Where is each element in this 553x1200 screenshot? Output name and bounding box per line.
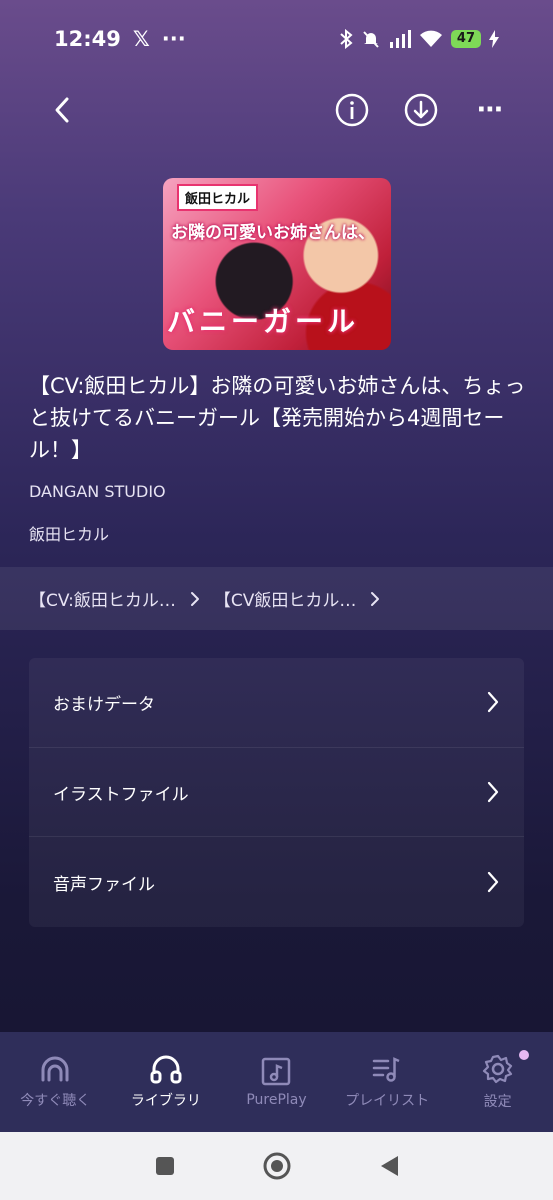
headphone-arc-icon: [41, 1056, 69, 1082]
download-icon: [404, 93, 438, 127]
cover-artwork: 飯田ヒカル お隣の可愛いお姉さんは、 バニーガール: [163, 178, 391, 350]
signal-icon: [389, 30, 411, 48]
tab-library[interactable]: ライブラリ: [111, 1032, 222, 1132]
system-navigation-bar: [0, 1132, 553, 1200]
chevron-right-icon: [487, 872, 499, 893]
chevron-left-icon: [55, 97, 69, 123]
info-button[interactable]: [332, 90, 372, 130]
tab-settings[interactable]: 設定: [442, 1032, 553, 1132]
home-icon[interactable]: [262, 1151, 292, 1181]
cover-cv-badge: 飯田ヒカル: [177, 184, 259, 211]
tab-label: 設定: [483, 1094, 512, 1110]
more-options-button[interactable]: ⋯: [470, 90, 510, 130]
back-nav-icon[interactable]: [378, 1154, 400, 1178]
bottom-tab-bar: 今すぐ聴く ライブラリ PurePlay プレイリスト 設定: [0, 1032, 553, 1132]
back-button[interactable]: [42, 90, 82, 130]
voice-actor-name[interactable]: 飯田ヒカル: [29, 521, 109, 545]
battery-indicator: 47: [450, 30, 481, 48]
related-work-label: 【CV飯田ヒカル…: [213, 591, 357, 611]
chevron-right-icon: [190, 591, 199, 606]
notification-dot: [518, 1050, 529, 1060]
music-file-icon: [262, 1057, 291, 1086]
tab-listen-now[interactable]: 今すぐ聴く: [0, 1032, 111, 1132]
cover-title-line2: バニーガール: [167, 305, 360, 338]
folder-row-bonus-data[interactable]: おまけデータ: [29, 658, 524, 748]
tab-label: 今すぐ聴く: [20, 1093, 91, 1109]
x-app-icon: 𝕏: [132, 27, 150, 51]
related-work-item[interactable]: 【CV:飯田ヒカル…: [29, 586, 200, 611]
headphones-icon: [150, 1055, 182, 1084]
folder-row-illustration-files[interactable]: イラストファイル: [29, 748, 524, 838]
download-button[interactable]: [401, 90, 441, 130]
folder-label: 音声ファイル: [53, 874, 155, 895]
cover-title-line1: お隣の可愛いお姉さんは、: [171, 223, 375, 243]
clock: 12:49: [54, 27, 121, 51]
related-works-bar: 【CV:飯田ヒカル… 【CV飯田ヒカル…: [0, 567, 553, 630]
circle-name[interactable]: DANGAN STUDIO: [29, 482, 166, 501]
wifi-icon: [419, 30, 442, 47]
folder-row-audio-files[interactable]: 音声ファイル: [29, 837, 524, 927]
top-navigation: ⋯: [0, 80, 553, 140]
bluetooth-icon: [340, 29, 353, 49]
info-icon: [335, 93, 369, 127]
mute-icon: [363, 31, 379, 48]
folder-label: おまけデータ: [53, 694, 155, 715]
more-icon: ⋯: [477, 95, 503, 125]
chevron-right-icon: [487, 692, 499, 713]
tab-label: ライブラリ: [130, 1093, 201, 1109]
chevron-right-icon: [487, 781, 499, 803]
playlist-icon: [372, 1057, 400, 1082]
recents-icon[interactable]: [154, 1155, 176, 1177]
work-title: 【CV:飯田ヒカル】お隣の可愛いお姉さんは、ちょっと抜けてるバニーガール【発売開…: [29, 374, 526, 462]
tab-pureplay[interactable]: PurePlay: [221, 1032, 332, 1132]
status-bar: 12:49 𝕏 ··· 47: [0, 0, 553, 78]
gear-icon: [482, 1054, 512, 1084]
chevron-right-icon: [371, 591, 380, 606]
charging-icon: [489, 30, 499, 48]
related-work-item[interactable]: 【CV飯田ヒカル…: [214, 586, 381, 611]
folder-label: イラストファイル: [53, 784, 189, 805]
tab-label: プレイリスト: [345, 1093, 430, 1109]
tab-label: PurePlay: [246, 1092, 307, 1108]
folder-list: おまけデータ イラストファイル 音声ファイル: [29, 658, 524, 927]
related-work-label: 【CV:飯田ヒカル…: [29, 591, 176, 611]
tab-playlist[interactable]: プレイリスト: [332, 1032, 443, 1132]
more-notifications-icon: ···: [161, 27, 186, 51]
